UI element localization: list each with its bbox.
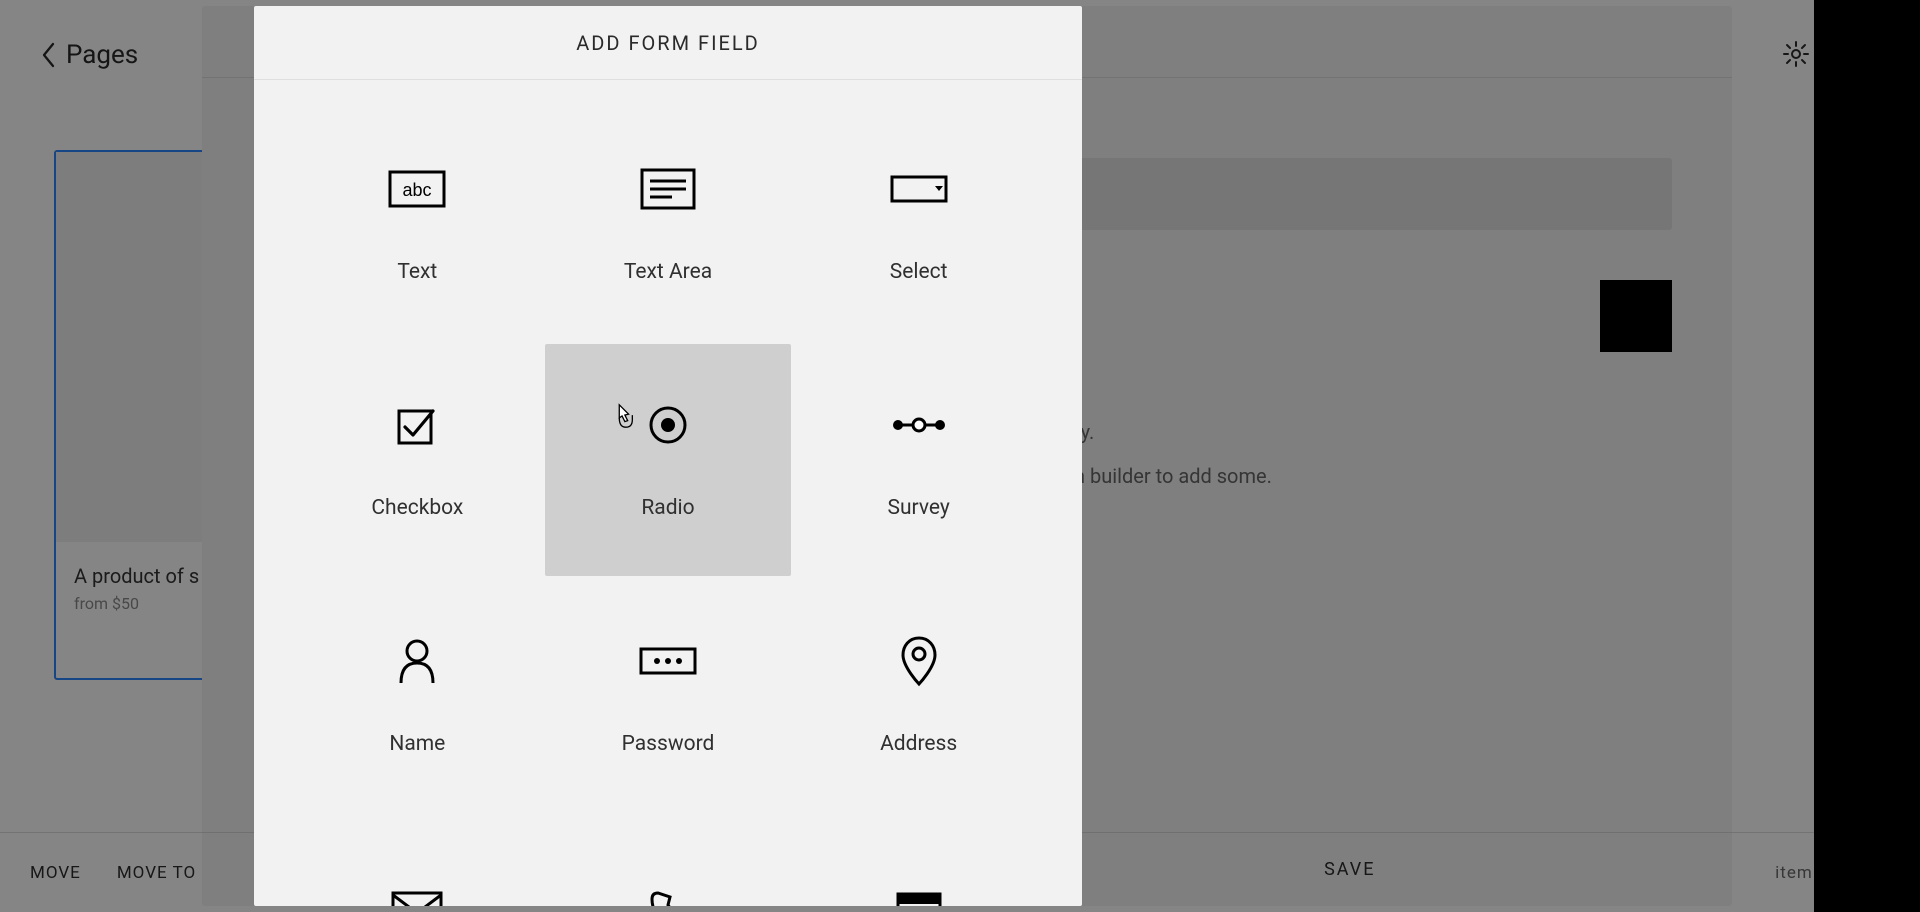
field-option-radio[interactable]: Radio [545,344,792,576]
field-option-address[interactable]: Address [795,580,1042,812]
field-option-text[interactable]: abc Text [294,108,541,340]
field-option-label: Text Area [624,260,712,284]
phone-icon [648,889,688,906]
field-option-more-2[interactable] [545,816,792,906]
email-icon [391,891,443,906]
field-option-label: Password [622,732,715,756]
field-option-select[interactable]: Select [795,108,1042,340]
survey-icon [890,416,948,434]
radio-icon [647,404,689,446]
field-option-label: Checkbox [371,496,463,520]
field-option-password[interactable]: Password [545,580,792,812]
date-icon [895,888,943,906]
field-option-label: Text [397,260,437,284]
text-field-icon: abc [388,170,446,208]
letterbox [1814,0,1920,912]
field-option-checkbox[interactable]: Checkbox [294,344,541,576]
textarea-icon [640,168,696,210]
field-option-more-3[interactable] [795,816,1042,906]
field-option-name[interactable]: Name [294,580,541,812]
person-icon [397,637,437,685]
field-option-label: Address [880,732,957,756]
app-root: Pages A product of s from $50 MOVE MOVE … [0,0,1920,912]
field-option-label: Name [389,732,445,756]
field-picker-title: ADD FORM FIELD [254,6,1082,80]
select-icon [890,175,948,203]
field-option-survey[interactable]: Survey [795,344,1042,576]
location-pin-icon [900,635,938,687]
svg-text:abc: abc [403,180,432,200]
checkbox-icon [395,403,439,447]
field-option-label: Survey [888,496,950,520]
field-option-more-1[interactable] [294,816,541,906]
field-type-grid: abc Text Text Area Select [254,80,1082,906]
field-picker-panel: ADD FORM FIELD abc Text Text Area [254,6,1082,906]
field-option-label: Radio [641,496,694,520]
field-option-textarea[interactable]: Text Area [545,108,792,340]
password-icon [639,647,697,675]
field-option-label: Select [890,260,948,284]
